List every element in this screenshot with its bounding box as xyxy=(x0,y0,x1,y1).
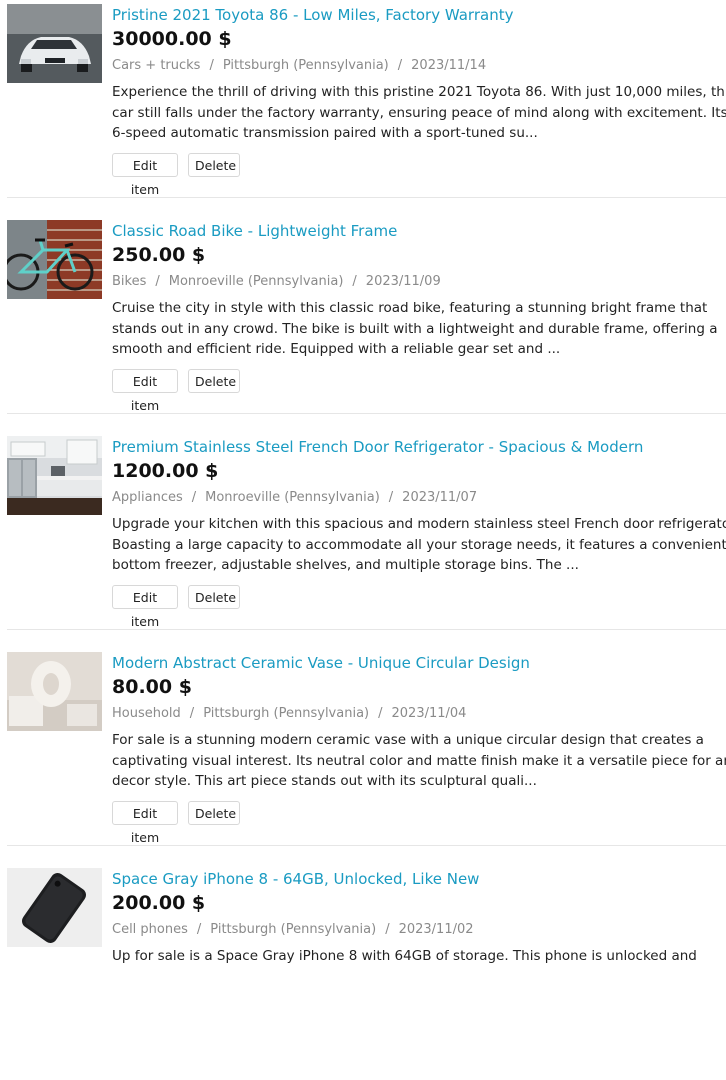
description-line: For sale is a stunning modern ceramic va… xyxy=(112,732,704,748)
listing-item: Classic Road Bike - Lightweight Frame 25… xyxy=(7,216,726,432)
edit-item-button[interactable]: Edit item xyxy=(112,369,178,413)
separator: / xyxy=(189,706,195,721)
listing-date: 2023/11/14 xyxy=(411,58,487,73)
delete-button[interactable]: Delete xyxy=(188,801,240,825)
listing-title-link[interactable]: Space Gray iPhone 8 - 64GB, Unlocked, Li… xyxy=(112,869,479,889)
listing-thumbnail[interactable] xyxy=(7,652,102,731)
listing-location: Pittsburgh (Pennsylvania) xyxy=(222,58,389,73)
listing-item: Premium Stainless Steel French Door Refr… xyxy=(7,432,726,648)
listing-location: Monroeville (Pennsylvania) xyxy=(168,274,344,289)
edit-item-button[interactable]: Edit item xyxy=(112,585,178,629)
listing-description: Up for sale is a Space Gray iPhone 8 wit… xyxy=(112,946,726,1008)
listing-title-link[interactable]: Modern Abstract Ceramic Vase - Unique Ci… xyxy=(112,653,530,673)
listing-meta: Cars + trucks / Pittsburgh (Pennsylvania) /… xyxy=(112,57,486,75)
divider xyxy=(7,845,726,846)
description-line: Experience the thrill of driving with th… xyxy=(112,84,726,100)
listing-date: 2023/11/04 xyxy=(391,706,467,721)
listing-category: Household xyxy=(112,706,181,721)
listing-thumbnail[interactable] xyxy=(7,4,102,83)
listing-title-link[interactable]: Classic Road Bike - Lightweight Frame xyxy=(112,221,397,241)
separator: / xyxy=(155,274,160,289)
description-line: captivating visual interest. Its neutral… xyxy=(112,752,726,769)
listing-location: Monroeville (Pennsylvania) xyxy=(205,490,380,505)
edit-item-button[interactable]: Edit item xyxy=(112,801,178,845)
separator: / xyxy=(385,922,390,937)
description-line: Up for sale is a Space Gray iPhone 8 wit… xyxy=(112,948,697,964)
separator: / xyxy=(209,58,214,73)
listing-meta: Cell phones / Pittsburgh (Pennsylvania) / 20… xyxy=(112,921,474,939)
delete-button[interactable]: Delete xyxy=(188,585,240,609)
separator: / xyxy=(388,490,394,505)
description-line: Boasting a large capacity to accommodate… xyxy=(112,536,726,553)
description-line: decor style. This art piece stands out w… xyxy=(112,773,537,789)
listing-category: Bikes xyxy=(112,274,147,289)
listing-thumbnail[interactable] xyxy=(7,220,102,299)
listing-description: For sale is a stunning modern ceramic va… xyxy=(112,730,726,792)
delete-button[interactable]: Delete xyxy=(188,369,240,393)
listing-title-link[interactable]: Pristine 2021 Toyota 86 - Low Miles, Fac… xyxy=(112,5,513,25)
description-line: bottom freezer, adjustable shelves, and … xyxy=(112,557,579,573)
description-line: Cruise the city in style with this class… xyxy=(112,300,708,316)
listing-thumbnail[interactable] xyxy=(7,868,102,947)
edit-item-button[interactable]: Edit item xyxy=(112,153,178,197)
description-line: stands out in any crowd. The bike is bui… xyxy=(112,320,718,337)
description-line: smooth and efficient ride. Equipped with… xyxy=(112,341,561,357)
listing-price: 250.00 $ xyxy=(112,244,206,266)
listing-item: Pristine 2021 Toyota 86 - Low Miles, Fac… xyxy=(7,0,726,216)
divider xyxy=(7,413,726,414)
listing-description: Experience the thrill of driving with th… xyxy=(112,82,726,144)
description-line: 6-speed automatic transmission paired wi… xyxy=(112,125,538,141)
listing-title-link[interactable]: Premium Stainless Steel French Door Refr… xyxy=(112,437,643,457)
separator: / xyxy=(352,274,357,289)
listing-price: 1200.00 $ xyxy=(112,460,219,482)
listing-location: Pittsburgh (Pennsylvania) xyxy=(210,922,377,937)
delete-button[interactable]: Delete xyxy=(188,153,240,177)
listing-meta: Appliances / Monroeville (Pennsylvania) / 20… xyxy=(112,489,477,507)
separator: / xyxy=(191,490,197,505)
listing-price: 80.00 $ xyxy=(112,676,192,698)
listing-description: Cruise the city in style with this class… xyxy=(112,298,726,360)
listing-item: Space Gray iPhone 8 - 64GB, Unlocked, Li… xyxy=(7,864,726,1080)
listing-location: Pittsburgh (Pennsylvania) xyxy=(203,706,370,721)
separator: / xyxy=(378,706,383,721)
separator: / xyxy=(397,58,403,73)
listing-thumbnail[interactable] xyxy=(7,436,102,515)
description-line: car still falls under the factory warran… xyxy=(112,104,726,121)
divider xyxy=(7,629,726,630)
description-line: Upgrade your kitchen with this spacious … xyxy=(112,516,726,532)
listing-price: 200.00 $ xyxy=(112,892,206,914)
separator: / xyxy=(196,922,202,937)
listing-description: Upgrade your kitchen with this spacious … xyxy=(112,514,726,576)
listing-date: 2023/11/07 xyxy=(402,490,478,505)
listing-category: Cell phones xyxy=(112,922,188,937)
listing-meta: Bikes / Monroeville (Pennsylvania) / 2023/11… xyxy=(112,273,441,291)
listing-category: Cars + trucks xyxy=(112,58,201,73)
divider xyxy=(7,197,726,198)
listing-price: 30000.00 $ xyxy=(112,28,232,50)
listing-date: 2023/11/02 xyxy=(398,922,474,937)
listing-item: Modern Abstract Ceramic Vase - Unique Ci… xyxy=(7,648,726,864)
listing-meta: Household / Pittsburgh (Pennsylvania) / 2023… xyxy=(112,705,466,723)
listing-date: 2023/11/09 xyxy=(365,274,441,289)
listing-category: Appliances xyxy=(112,490,183,505)
